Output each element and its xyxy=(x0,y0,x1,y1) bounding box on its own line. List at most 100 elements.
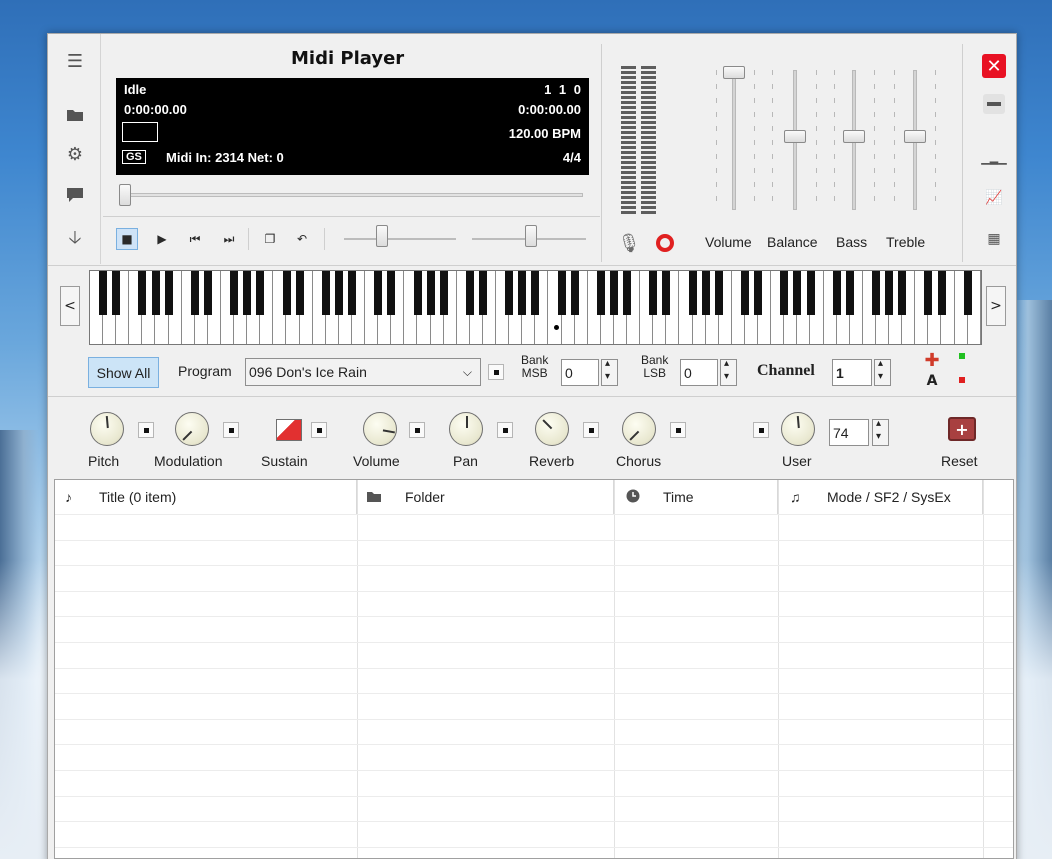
sustain-button[interactable] xyxy=(311,422,327,438)
black-key[interactable] xyxy=(387,271,396,315)
black-key[interactable] xyxy=(845,271,854,315)
previous-button[interactable]: ⏮ xyxy=(184,228,206,250)
volume-thumb[interactable] xyxy=(723,66,745,79)
black-key[interactable] xyxy=(138,271,147,315)
table-row[interactable] xyxy=(55,565,1013,567)
black-key[interactable] xyxy=(937,271,946,315)
scroll-left-button[interactable]: < xyxy=(60,286,80,326)
close-button[interactable]: ✕ xyxy=(980,54,1008,78)
speed-thumb[interactable] xyxy=(376,225,388,247)
folder-icon[interactable] xyxy=(60,102,90,128)
black-key[interactable] xyxy=(413,271,422,315)
table-row[interactable] xyxy=(55,539,1013,541)
bars-icon[interactable]: ▁▂▁ xyxy=(980,146,1008,170)
reverb-knob[interactable] xyxy=(535,412,569,446)
black-key[interactable] xyxy=(596,271,605,315)
column-header-mode[interactable]: ♫ Mode / SF2 / SysEx xyxy=(778,480,983,514)
black-key[interactable] xyxy=(321,271,330,315)
table-row[interactable] xyxy=(55,616,1013,618)
add-icon[interactable]: ✚ xyxy=(923,352,941,370)
black-key[interactable] xyxy=(741,271,749,315)
table-row[interactable] xyxy=(55,693,1013,695)
black-key[interactable] xyxy=(465,271,474,315)
pan-button[interactable] xyxy=(497,422,513,438)
black-key[interactable] xyxy=(426,271,435,315)
black-key[interactable] xyxy=(190,271,199,315)
black-key[interactable] xyxy=(164,271,173,315)
gear-icon[interactable]: ⚙ xyxy=(60,141,90,167)
black-key[interactable] xyxy=(649,271,658,315)
black-key[interactable] xyxy=(780,271,789,315)
balance-thumb[interactable] xyxy=(784,130,806,143)
black-key[interactable] xyxy=(872,271,880,315)
graph-icon[interactable]: 📈 xyxy=(980,186,1008,210)
menu-icon[interactable]: ☰ xyxy=(60,48,90,74)
black-key[interactable] xyxy=(662,271,671,315)
table-row[interactable] xyxy=(55,821,1013,823)
table-row[interactable] xyxy=(55,846,1013,848)
black-key[interactable] xyxy=(701,271,710,315)
column-header-time[interactable]: Time xyxy=(614,480,778,514)
black-key[interactable] xyxy=(885,271,894,315)
speed-track[interactable] xyxy=(344,238,456,240)
reset-icon[interactable]: + xyxy=(948,417,976,441)
black-key[interactable] xyxy=(282,271,291,315)
channel-input[interactable]: 1 xyxy=(832,359,872,386)
black-key[interactable] xyxy=(151,271,160,315)
black-key[interactable] xyxy=(439,271,448,315)
pitch-button[interactable] xyxy=(138,422,154,438)
scroll-right-button[interactable]: > xyxy=(986,286,1006,326)
black-key[interactable] xyxy=(924,271,933,315)
grid-icon[interactable]: ▦ xyxy=(980,227,1008,251)
black-key[interactable] xyxy=(793,271,802,315)
table-row[interactable] xyxy=(55,770,1013,771)
black-key[interactable] xyxy=(505,271,514,315)
black-key[interactable] xyxy=(623,271,632,315)
table-row[interactable] xyxy=(55,514,1013,515)
stop-button[interactable]: ■ xyxy=(116,228,138,250)
a-button[interactable]: A xyxy=(923,373,941,391)
black-key[interactable] xyxy=(688,271,697,315)
black-key[interactable] xyxy=(570,271,579,315)
column-header-folder[interactable]: Folder xyxy=(357,480,614,514)
black-key[interactable] xyxy=(295,271,304,315)
black-key[interactable] xyxy=(557,271,566,315)
play-button[interactable]: ▶ xyxy=(151,228,173,250)
black-key[interactable] xyxy=(806,271,815,315)
program-button[interactable] xyxy=(488,364,504,380)
show-all-button[interactable]: Show All xyxy=(88,357,159,388)
table-row[interactable] xyxy=(55,795,1013,797)
black-key[interactable] xyxy=(243,271,252,315)
undo-icon[interactable]: ↶ xyxy=(291,228,313,250)
table-row[interactable] xyxy=(55,590,1013,592)
column-header-title[interactable]: ♪ Title (0 item) xyxy=(55,480,357,514)
pan-knob[interactable] xyxy=(449,412,483,446)
black-key[interactable] xyxy=(348,271,356,315)
black-key[interactable] xyxy=(714,271,723,315)
channel-spinner[interactable] xyxy=(874,358,891,386)
volume-button[interactable] xyxy=(409,422,425,438)
pitch-thumb[interactable] xyxy=(525,225,537,247)
reverb-button[interactable] xyxy=(583,422,599,438)
user-spinner[interactable] xyxy=(872,418,889,446)
playlist-table[interactable]: ♪ Title (0 item) Folder Time ♫ Mode / SF… xyxy=(54,479,1014,859)
pitch-knob[interactable] xyxy=(90,412,124,446)
black-key[interactable] xyxy=(230,271,239,315)
comment-icon[interactable] xyxy=(60,182,90,208)
bank-lsb-input[interactable]: 0 xyxy=(680,359,718,386)
microphone-icon[interactable]: 🎙 xyxy=(618,232,641,254)
minimize-button[interactable] xyxy=(980,92,1008,116)
treble-thumb[interactable] xyxy=(904,130,926,143)
seek-track[interactable] xyxy=(123,193,583,197)
black-key[interactable] xyxy=(112,271,121,315)
black-key[interactable] xyxy=(754,271,763,315)
black-key[interactable] xyxy=(610,271,618,315)
table-row[interactable] xyxy=(55,744,1013,746)
black-key[interactable] xyxy=(963,271,972,315)
bank-msb-spinner[interactable] xyxy=(601,358,618,386)
volume-knob[interactable] xyxy=(363,412,397,446)
user-value-input[interactable]: 74 xyxy=(829,419,869,446)
arrow-down-icon[interactable]: 🡣 xyxy=(60,227,90,253)
table-row[interactable] xyxy=(55,718,1013,720)
black-key[interactable] xyxy=(479,271,487,315)
